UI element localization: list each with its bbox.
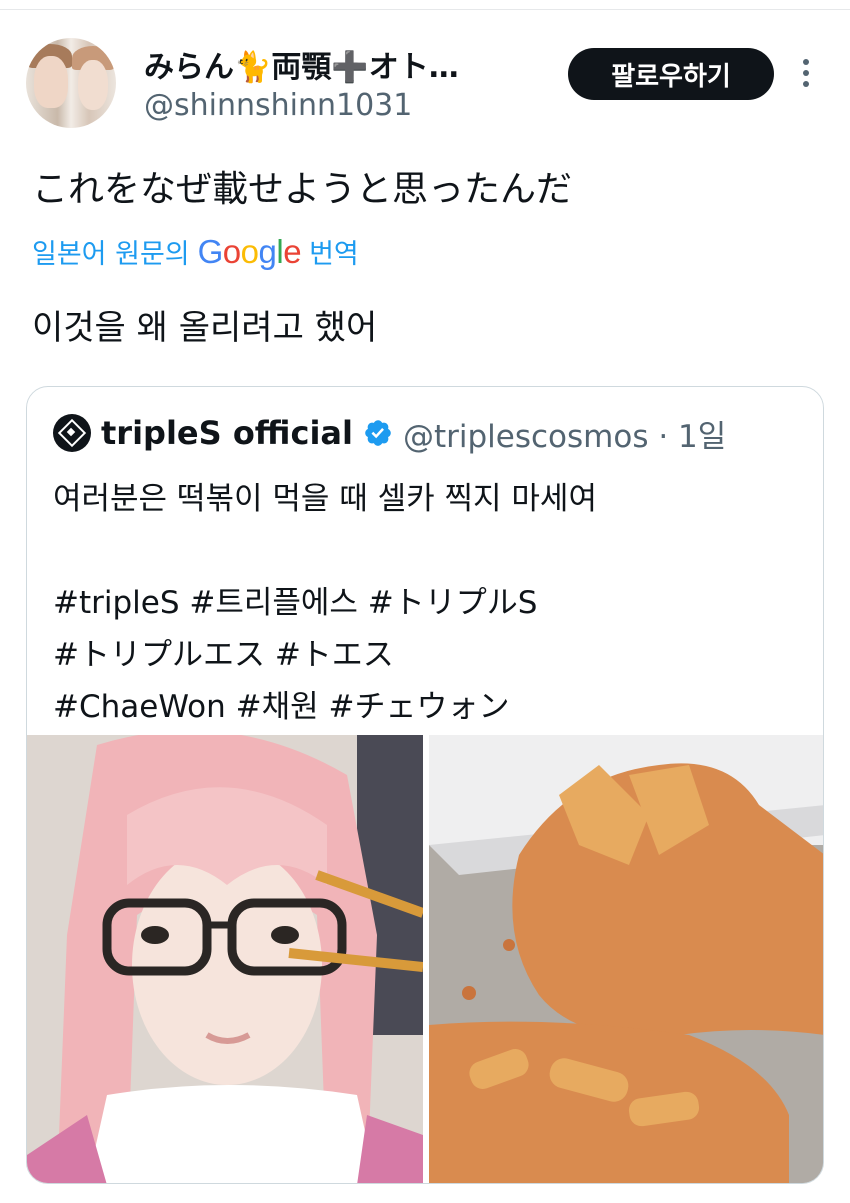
more-options-icon[interactable] [796,56,816,92]
google-logo: Google [197,232,302,270]
translation-prefix: 일본어 원문의 [32,239,190,270]
follow-button[interactable]: 팔로우하기 [568,48,774,100]
selfie-photo[interactable] [27,735,423,1183]
translated-text: 이것을 왜 올리려고 했어 [32,308,378,348]
verified-badge-icon [365,420,391,446]
author-display-name[interactable]: みらん🐈両顎➕オト… [144,42,554,86]
tweet-text: これをなぜ載せようと思ったんだ [32,169,573,210]
quoted-media-grid [27,735,823,1183]
quoted-author-name[interactable]: tripleS official [101,414,353,452]
tweet-header: みらん🐈両顎➕オト… @shinnshinn1031 팔로우하기 [26,38,826,130]
translation-attribution[interactable]: 일본어 원문의 Google 번역 [32,232,359,271]
quoted-tweet-text: 여러분은 떡볶이 먹을 때 셀카 찍지 마세여 #tripleS #트리플에스 … [53,481,597,725]
quoted-tweet-header: tripleS official @triplescosmos · 1일 [53,411,726,456]
author-avatar[interactable] [26,38,116,128]
quoted-tweet-card[interactable]: tripleS official @triplescosmos · 1일 여러분… [26,386,824,1184]
triples-logo-icon[interactable] [53,414,91,452]
author-handle[interactable]: @shinnshinn1031 [144,88,412,123]
tteokbokki-photo[interactable] [429,735,823,1183]
top-divider [0,0,850,10]
translation-suffix: 번역 [309,239,359,270]
quoted-handle-and-time[interactable]: @triplescosmos · 1일 [403,411,726,456]
